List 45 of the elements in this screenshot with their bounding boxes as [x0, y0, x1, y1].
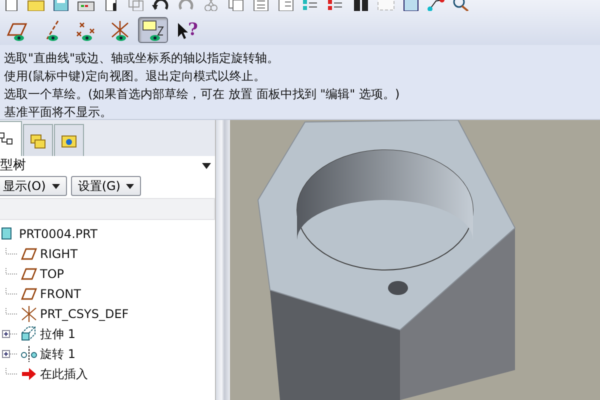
tree-tab[interactable]: [0, 121, 22, 156]
dropdown-arrow-icon[interactable]: [202, 163, 211, 169]
folder-icon[interactable]: [27, 0, 45, 11]
dropdown-button[interactable]: 显示(O): [0, 176, 67, 196]
undo-icon[interactable]: [152, 0, 170, 11]
tree-item[interactable]: RIGHT: [40, 245, 78, 263]
save-icon[interactable]: [52, 0, 70, 11]
expand-icon[interactable]: [2, 348, 18, 360]
folders-icon[interactable]: [29, 132, 47, 148]
tree-item[interactable]: FRONT: [40, 285, 81, 303]
tree-root-item[interactable]: PRT0004.PRT: [19, 225, 98, 243]
annotation-display-icon[interactable]: [138, 17, 168, 43]
message-line: 基准平面将不显示。: [4, 104, 113, 121]
tree-item[interactable]: TOP: [40, 265, 64, 283]
csys-icon: [21, 306, 37, 322]
datum-plane-icon: [21, 246, 37, 262]
copy-icon[interactable]: [227, 0, 245, 11]
tree-item[interactable]: PRT_CSYS_DEF: [40, 305, 129, 323]
expand-icon[interactable]: [2, 328, 18, 340]
node-icon[interactable]: [427, 0, 445, 11]
message-line: 使用(鼠标中键)定向视图。退出定向模式以终止。: [4, 68, 266, 85]
message-line: 选取一个草绘。(如果首选内部草绘，可在 放置 面板中找到 "编辑" 选项。): [4, 86, 401, 103]
tree-item[interactable]: 旋转 1: [40, 345, 76, 363]
layer-icon[interactable]: [302, 0, 320, 11]
caret-icon[interactable]: [52, 184, 60, 188]
dropdown-button[interactable]: 设置(G): [70, 176, 142, 196]
tree-item[interactable]: 拉伸 1: [40, 325, 76, 343]
paste-icon[interactable]: [252, 0, 270, 11]
pointer-icon: [178, 22, 188, 38]
datum-plane-icon: [21, 286, 37, 302]
help-button[interactable]: ?: [178, 22, 198, 38]
message-line: 选取"直曲线"或边、轴或坐标系的轴以指定旋转轴。: [4, 50, 280, 67]
printer-icon[interactable]: [77, 0, 95, 11]
revolve-icon: [21, 346, 37, 362]
favorites-tab[interactable]: [54, 124, 84, 156]
panel-title: 型树: [0, 157, 26, 176]
zoom-icon[interactable]: [452, 0, 470, 11]
datum-plane-icon: [21, 266, 37, 282]
caret-icon[interactable]: [126, 184, 134, 188]
list-icon[interactable]: [277, 0, 295, 11]
arrow-icon: [21, 366, 37, 382]
tree-item[interactable]: 在此插入: [40, 365, 88, 383]
folder-icon[interactable]: [60, 132, 78, 148]
extrude-icon: [21, 326, 37, 342]
layer-icon[interactable]: [327, 0, 345, 11]
